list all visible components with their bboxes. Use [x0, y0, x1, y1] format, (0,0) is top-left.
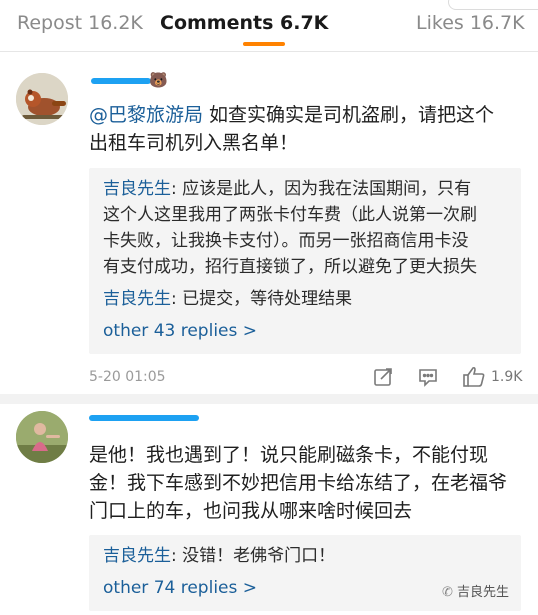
- username-redacted[interactable]: [91, 78, 151, 84]
- active-tab-indicator: [243, 42, 285, 46]
- reply-text: 有支付成功，招行直接锁了，所以避免了更大损失: [103, 257, 477, 277]
- reply-text: 吉良先生: 已提交，等待处理结果: [103, 289, 353, 309]
- avatar[interactable]: [16, 73, 68, 125]
- comment-icon[interactable]: [417, 366, 439, 392]
- reply-author[interactable]: 吉良先生: [103, 289, 171, 309]
- reply-author[interactable]: 吉良先生: [103, 179, 171, 199]
- mention-link[interactable]: @巴黎旅游局: [89, 104, 203, 126]
- avatar-photo-icon: [16, 411, 68, 463]
- avatar[interactable]: [16, 411, 68, 463]
- more-replies-link[interactable]: other 43 replies >: [103, 321, 257, 341]
- like-count: 1.9K: [491, 369, 523, 385]
- tab-bar: Repost 16.2K Comments 6.7K Likes 16.7K: [0, 0, 538, 52]
- reply-text: 吉良先生: 应该是此人，因为我在法国期间，只有: [103, 179, 472, 199]
- overlay-edge: [448, 0, 538, 10]
- wechat-icon: ✆: [442, 585, 453, 600]
- repost-icon[interactable]: [372, 366, 394, 392]
- reply-text: 吉良先生: 没错！老佛爷门口！: [103, 546, 336, 566]
- more-replies-link[interactable]: other 74 replies >: [103, 578, 257, 598]
- comment-timestamp: 5-20 01:05: [89, 369, 166, 385]
- watermark: ✆ 吉良先生: [442, 585, 510, 600]
- reply-text: 这个人这里我用了两张卡付车费（此人说第一次刷: [103, 205, 477, 225]
- reply-text: 卡失败，让我换卡支付）。而另一张招商信用卡没: [103, 231, 469, 251]
- tab-repost[interactable]: Repost 16.2K: [17, 12, 143, 34]
- reply-box: 吉良先生: 应该是此人，因为我在法国期间，只有 这个人这里我用了两张卡付车费（此…: [89, 168, 521, 354]
- red-panda-icon: [16, 73, 68, 125]
- tab-comments[interactable]: Comments 6.7K: [160, 12, 328, 34]
- comment-text: 是他！我也遇到了！说只能刷磁条卡，不能付现 金！我下车感到不妙把信用卡给冻结了，…: [89, 444, 508, 522]
- comment-divider: [0, 394, 538, 404]
- comment-text: @巴黎旅游局 如查实确实是司机盗刷，请把这个 出租车司机列入黑名单！: [89, 104, 495, 154]
- tab-likes[interactable]: Likes 16.7K: [416, 12, 525, 34]
- like-icon[interactable]: [462, 365, 486, 393]
- username-redacted[interactable]: [89, 415, 199, 421]
- reply-author[interactable]: 吉良先生: [103, 546, 171, 566]
- badge-icon: 🐻: [149, 71, 168, 89]
